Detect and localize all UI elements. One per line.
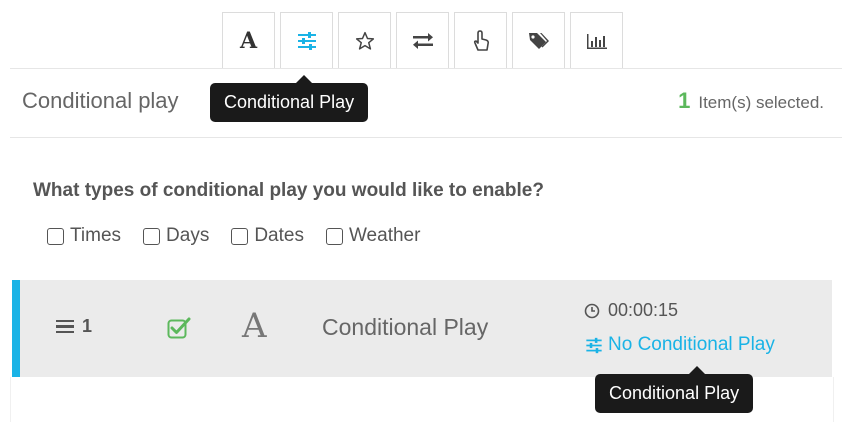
text-type-icon: A <box>242 306 267 346</box>
conditional-link-text: No Conditional Play <box>608 334 775 355</box>
option-times[interactable]: Times <box>47 225 121 247</box>
item-tooltip-text: Conditional Play <box>609 383 740 403</box>
times-checkbox[interactable] <box>47 227 64 245</box>
toolbar-tooltip-text: Conditional Play <box>224 92 355 112</box>
option-label: Dates <box>254 225 304 246</box>
selection-status: 1 Item(s) selected. <box>678 88 824 114</box>
option-label: Days <box>166 225 210 246</box>
playlist-item-row[interactable]: 1 A Conditional Play 00:00:15 No Conditi… <box>12 280 832 377</box>
toolbar: A <box>222 12 628 68</box>
option-dates[interactable]: Dates <box>231 225 304 247</box>
stats-tab-button[interactable] <box>570 12 623 68</box>
conditional-type-options: Times Days Dates Weather <box>47 225 442 247</box>
pointer-hand-icon <box>473 29 489 51</box>
sliders-icon <box>297 31 316 50</box>
days-checkbox[interactable] <box>143 227 161 245</box>
tags-icon <box>528 32 549 49</box>
item-index: 1 <box>82 316 93 336</box>
interaction-tab-button[interactable] <box>454 12 507 68</box>
divider <box>10 68 842 69</box>
item-name: Conditional Play <box>322 314 489 340</box>
conditional-types-question: What types of conditional play you would… <box>33 180 544 201</box>
text-icon: A <box>239 27 258 54</box>
star-icon <box>355 31 374 50</box>
drag-handle[interactable]: 1 <box>56 316 92 337</box>
transition-arrows-icon <box>412 32 433 49</box>
selected-count: 1 <box>678 88 691 113</box>
option-label: Times <box>70 225 122 246</box>
item-duration: 00:00:15 <box>584 300 678 321</box>
text-tab-button[interactable]: A <box>222 12 275 68</box>
toolbar-tooltip: Conditional Play <box>210 75 369 122</box>
tags-tab-button[interactable] <box>512 12 565 68</box>
transition-tab-button[interactable] <box>396 12 449 68</box>
clock-icon <box>584 303 600 318</box>
option-label: Weather <box>348 225 421 246</box>
item-tooltip: Conditional Play <box>595 366 754 413</box>
sliders-icon <box>586 337 602 353</box>
selected-label: Item(s) selected. <box>698 93 824 112</box>
dates-checkbox[interactable] <box>231 227 249 245</box>
selection-indicator <box>12 280 20 377</box>
conditional-play-tab-button[interactable] <box>280 12 333 68</box>
bar-chart-icon <box>586 33 607 49</box>
checked-checkbox-icon <box>167 317 191 339</box>
option-weather[interactable]: Weather <box>325 225 421 247</box>
duration-text: 00:00:15 <box>608 300 679 320</box>
item-select-checkbox[interactable] <box>167 317 191 344</box>
option-days[interactable]: Days <box>143 225 209 247</box>
favorite-tab-button[interactable] <box>338 12 391 68</box>
drag-handle-icon <box>56 317 74 337</box>
panel-title: Conditional play <box>22 88 179 113</box>
divider <box>10 137 842 138</box>
conditional-play-link[interactable]: No Conditional Play <box>584 334 775 356</box>
weather-checkbox[interactable] <box>325 227 343 245</box>
